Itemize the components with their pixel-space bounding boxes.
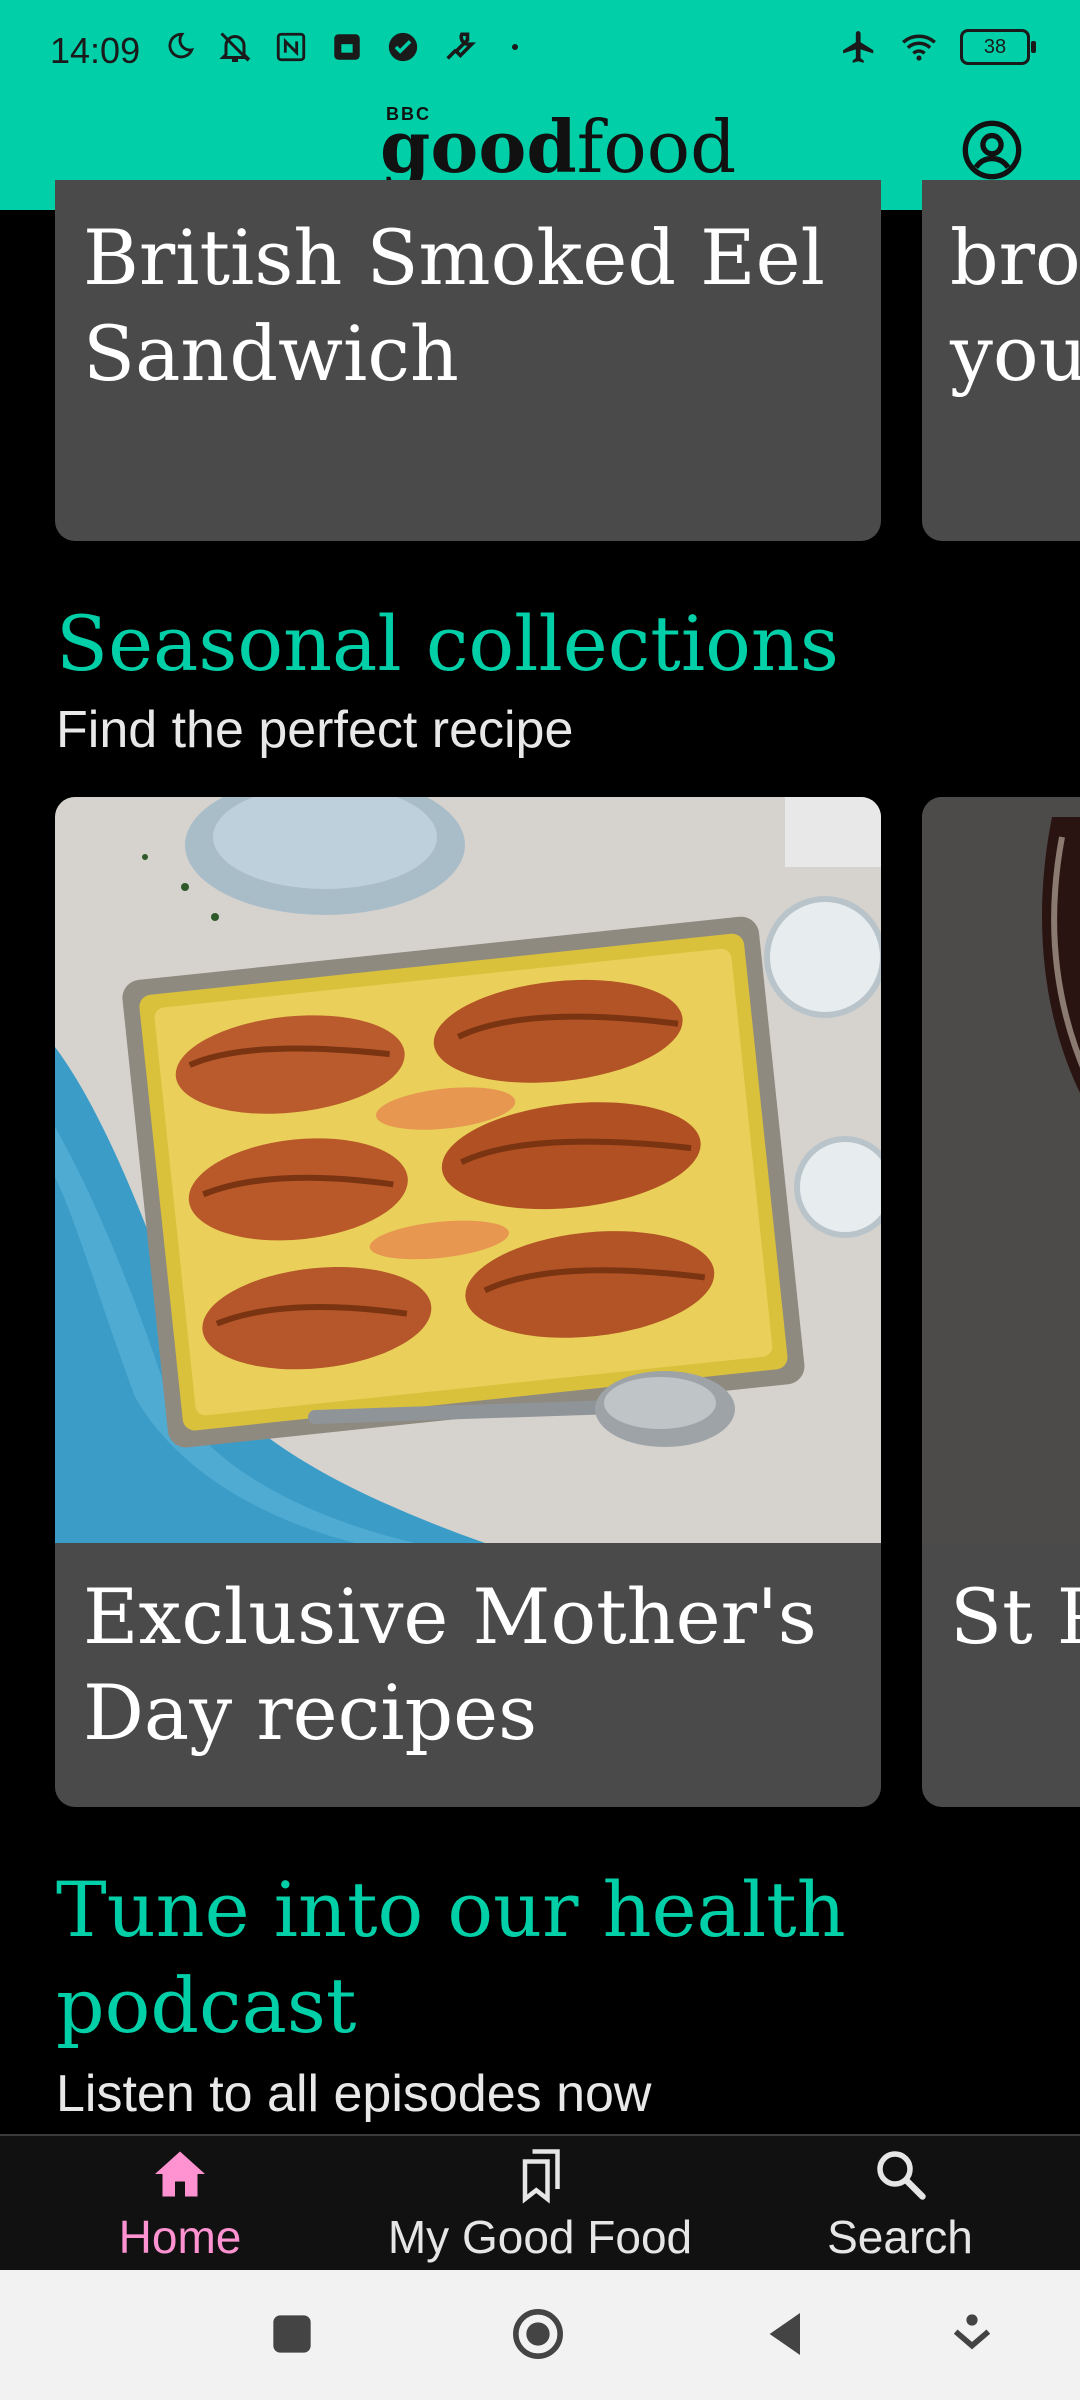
check-circle-icon — [384, 28, 422, 66]
nav-search-label: Search — [827, 2211, 973, 2263]
recipe-card-title: British Smoked Eel Sandwich — [83, 213, 825, 398]
nav-my-good-food-label: My Good Food — [387, 2211, 693, 2263]
logo-food: food — [576, 105, 737, 189]
dot-icon — [496, 28, 534, 66]
wifi-icon — [900, 28, 938, 66]
account-circle-icon — [962, 120, 1022, 180]
assistant-button[interactable] — [944, 2306, 1000, 2362]
search-icon — [877, 2151, 926, 2200]
bottom-navigation: Home My Good Food Search — [0, 2134, 1080, 2272]
recents-button[interactable] — [264, 2306, 320, 2362]
battery-level: 38 — [983, 35, 1007, 58]
section-title-podcast-line2: podcast — [56, 1961, 357, 2050]
logo-wordmark: goodfood — [380, 104, 736, 189]
home-icon — [155, 2151, 205, 2197]
nav-search[interactable]: Search — [800, 2136, 1000, 2272]
status-icons — [160, 28, 534, 66]
home-system-button[interactable] — [510, 2306, 566, 2362]
logo-good: good — [380, 104, 577, 189]
nav-home[interactable]: Home — [90, 2136, 270, 2272]
wrench-icon — [440, 28, 478, 66]
system-navigation-bar — [0, 2270, 1080, 2400]
collection-card-title: Exclusive Mother's Day recipes — [83, 1572, 817, 1757]
moon-icon — [160, 28, 198, 66]
bell-off-icon — [216, 28, 254, 66]
nav-my-good-food[interactable]: My Good Food — [360, 2136, 720, 2272]
collection-peek-image — [922, 797, 1080, 1543]
bookmarks-icon — [522, 2149, 560, 2204]
nav-home-label: Home — [118, 2211, 242, 2263]
recipe-card-peek-title: bro you — [950, 213, 1080, 398]
section-title-seasonal: Seasonal collections — [56, 599, 839, 688]
back-button[interactable] — [758, 2306, 814, 2362]
collection-card-peek[interactable]: St P — [922, 797, 1080, 1807]
account-button[interactable] — [960, 118, 1024, 182]
airplane-icon — [840, 28, 878, 66]
nfc-icon — [272, 28, 310, 66]
mi-icon — [328, 28, 366, 66]
collection-image — [55, 797, 881, 1543]
collection-card-mothers-day[interactable]: Exclusive Mother's Day recipes — [55, 797, 881, 1807]
section-title-podcast-line1: Tune into our health — [56, 1865, 846, 1954]
section-subtitle-seasonal: Find the perfect recipe — [56, 701, 574, 759]
app-header: 14:09 38 BBC goodfood — [0, 0, 1080, 210]
status-time: 14:09 — [50, 30, 141, 71]
section-subtitle-podcast: Listen to all episodes now — [56, 2065, 652, 2123]
recipe-card-smoked-eel[interactable]: British Smoked Eel Sandwich — [55, 180, 881, 541]
recipe-card-peek[interactable]: bro you — [922, 180, 1080, 541]
status-right: 38 — [840, 28, 1036, 66]
collection-peek-title: St P — [950, 1572, 1080, 1661]
battery-indicator: 38 — [960, 29, 1036, 65]
